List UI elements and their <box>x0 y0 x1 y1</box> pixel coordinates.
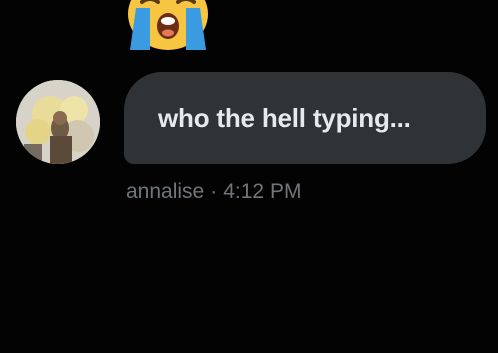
message-text: who the hell typing... <box>158 102 411 133</box>
avatar-image <box>16 80 100 164</box>
meta-separator: · <box>210 180 218 203</box>
dm-conversation-view: who the hell typing... annalise · 4:12 PM <box>0 0 498 353</box>
sender-name[interactable]: annalise <box>126 180 204 204</box>
message-meta: annalise · 4:12 PM <box>126 180 301 204</box>
message-timestamp: 4:12 PM <box>223 180 302 203</box>
avatar[interactable] <box>16 80 100 164</box>
loudly-crying-face-icon[interactable] <box>126 0 210 52</box>
message-bubble[interactable]: who the hell typing... <box>124 72 486 164</box>
